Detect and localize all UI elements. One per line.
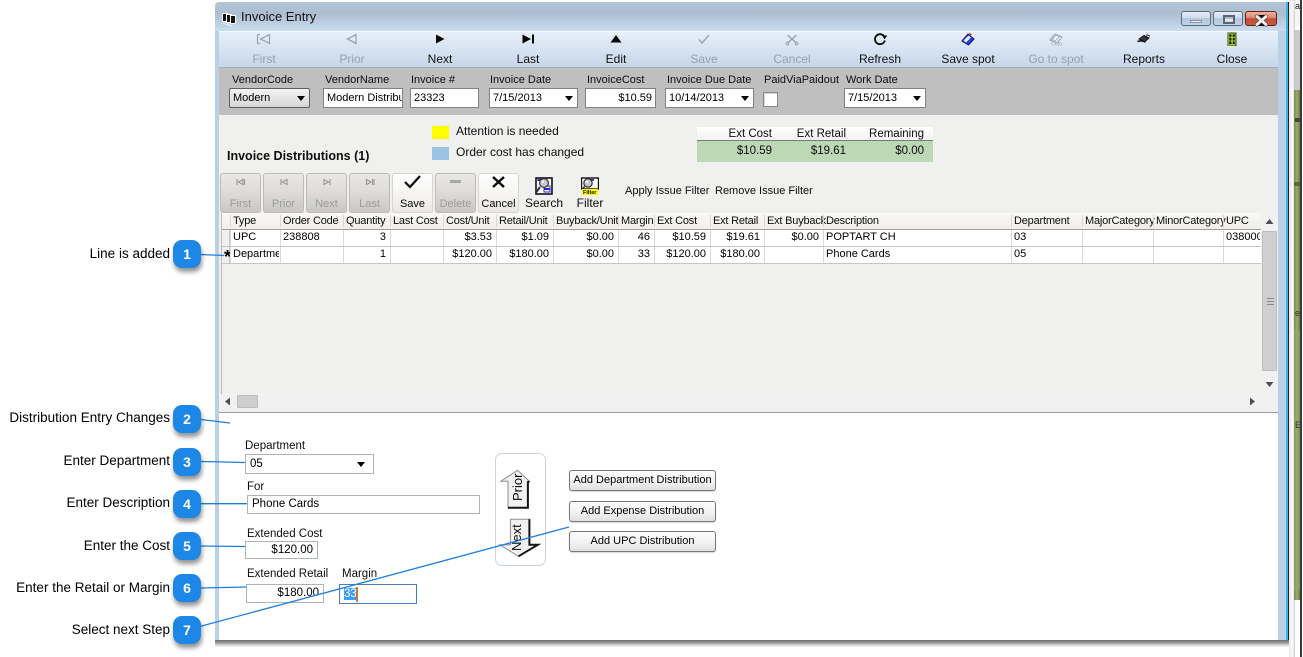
svg-text:Next: Next [509,524,524,551]
svg-text:Filter: Filter [583,190,597,195]
svg-text:Prior: Prior [510,473,525,501]
svg-text:Goto: Goto [1051,42,1062,47]
